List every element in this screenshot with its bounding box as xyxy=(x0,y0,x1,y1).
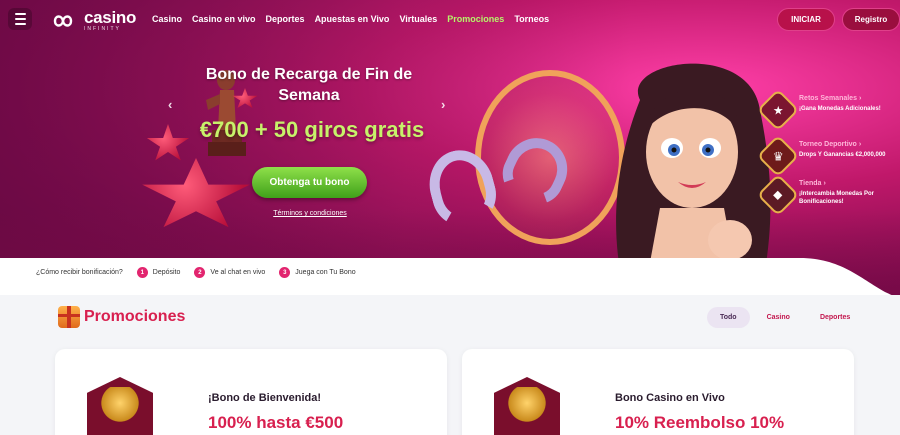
promotions-header: Promociones xyxy=(58,306,185,328)
side-promo-title: Tienda xyxy=(799,180,822,187)
bonus-step: 2 Ve al chat en vivo xyxy=(194,267,265,278)
side-promo-shop[interactable]: ◆ Tienda › ¡Intercambia Monedas Por Bonif… xyxy=(756,173,900,217)
page: casino INFINITY Casino Casino en vivo De… xyxy=(0,0,900,435)
side-promo-title: Torneo Deportivo xyxy=(799,141,857,148)
bonus-step: 3 Juega con Tu Bono xyxy=(279,267,356,278)
trophy-badge-icon: ♛ xyxy=(756,134,800,178)
chevron-right-icon: › xyxy=(441,97,446,112)
carousel-next-button[interactable]: › xyxy=(441,97,445,112)
top-navigation: casino INFINITY Casino Casino en vivo De… xyxy=(0,0,900,38)
side-promo-subtitle: Drops Y Ganancias €2,000,000 xyxy=(799,152,886,158)
logo-subtext: INFINITY xyxy=(84,26,121,32)
tab-todo[interactable]: Todo xyxy=(707,307,750,328)
nav-link-casino[interactable]: Casino xyxy=(152,14,182,24)
main-nav-links: Casino Casino en vivo Deportes Apuestas … xyxy=(152,14,549,24)
step-number: 1 xyxy=(136,267,148,278)
star-badge-icon: ★ xyxy=(756,88,800,132)
nav-link-deportes[interactable]: Deportes xyxy=(266,14,305,24)
bonus-steps-question: ¿Cómo recibir bonificación? xyxy=(36,269,123,276)
hostess-character-illustration xyxy=(616,63,771,295)
nav-link-torneos[interactable]: Torneos xyxy=(514,14,549,24)
promo-card-subtitle: Bono Casino en Vivo xyxy=(615,392,725,404)
promo-card-headline: 10% Reembolso 10% xyxy=(615,413,785,432)
bonus-step: 1 Depósito xyxy=(136,267,181,278)
promotions-title: Promociones xyxy=(84,308,186,325)
nav-link-virtuales[interactable]: Virtuales xyxy=(399,14,437,24)
infinity-logo-icon xyxy=(53,14,73,27)
chevron-right-icon: › xyxy=(858,141,862,148)
nav-link-casino-en-vivo[interactable]: Casino en vivo xyxy=(192,14,256,24)
promo-card-welcome-bonus[interactable]: ¡Bono de Bienvenida! 100% hasta €500 xyxy=(55,349,447,435)
promo-card-headline: 100% hasta €500 xyxy=(208,413,344,432)
chevron-right-icon: › xyxy=(858,95,862,102)
side-promo-subtitle: ¡Intercambia Monedas Por Bonificaciones! xyxy=(799,191,875,205)
nav-link-promociones[interactable]: Promociones xyxy=(447,14,504,24)
promotions-filter-tabs: Todo Casino Deportes xyxy=(707,307,863,328)
side-promo-weekly-challenges[interactable]: ★ Retos Semanales › ¡Gana Monedas Adicion… xyxy=(756,88,900,132)
nav-link-apuestas-en-vivo[interactable]: Apuestas en Vivo xyxy=(315,14,390,24)
winged-lion-icon xyxy=(87,377,153,435)
terms-link[interactable]: Términos y condiciones xyxy=(262,210,358,217)
shop-badge-icon: ◆ xyxy=(756,173,800,217)
promo-card-live-casino[interactable]: Bono Casino en Vivo 10% Reembolso 10% xyxy=(462,349,854,435)
step-label: Juega con Tu Bono xyxy=(295,269,356,276)
carousel-prev-button[interactable]: ‹ xyxy=(168,97,172,112)
logo-text: casino xyxy=(84,8,137,27)
side-promo-sports-tournament[interactable]: ♛ Torneo Deportivo › Drops Y Ganancias €2… xyxy=(756,134,900,178)
tab-deportes[interactable]: Deportes xyxy=(807,307,863,328)
step-number: 3 xyxy=(279,267,291,278)
chevron-right-icon: › xyxy=(823,180,826,187)
side-promo-subtitle: ¡Gana Monedas Adicionales! xyxy=(799,106,881,112)
hamburger-menu-button[interactable] xyxy=(8,8,32,30)
banner-offer: €700 + 50 giros gratis xyxy=(199,117,425,142)
get-bonus-button[interactable]: Obtenga tu bono xyxy=(252,167,367,198)
register-button[interactable]: Registro xyxy=(842,8,900,31)
banner-title: Bono de Recarga de Fin de Semana xyxy=(205,66,413,104)
promo-card-subtitle: ¡Bono de Bienvenida! xyxy=(208,392,322,404)
side-promo-title: Retos Semanales xyxy=(799,95,857,102)
tab-casino[interactable]: Casino xyxy=(754,307,803,328)
casino-logo[interactable]: casino INFINITY xyxy=(46,9,136,32)
step-number: 2 xyxy=(194,267,206,278)
gift-icon xyxy=(58,306,80,328)
chevron-left-icon: ‹ xyxy=(168,97,173,112)
login-button[interactable]: INICIAR xyxy=(777,8,835,31)
step-label: Depósito xyxy=(152,269,181,276)
golden-statue-icon xyxy=(494,377,560,435)
bonus-steps: ¿Cómo recibir bonificación? 1 Depósito 2… xyxy=(36,267,356,278)
step-label: Ve al chat en vivo xyxy=(210,269,266,276)
